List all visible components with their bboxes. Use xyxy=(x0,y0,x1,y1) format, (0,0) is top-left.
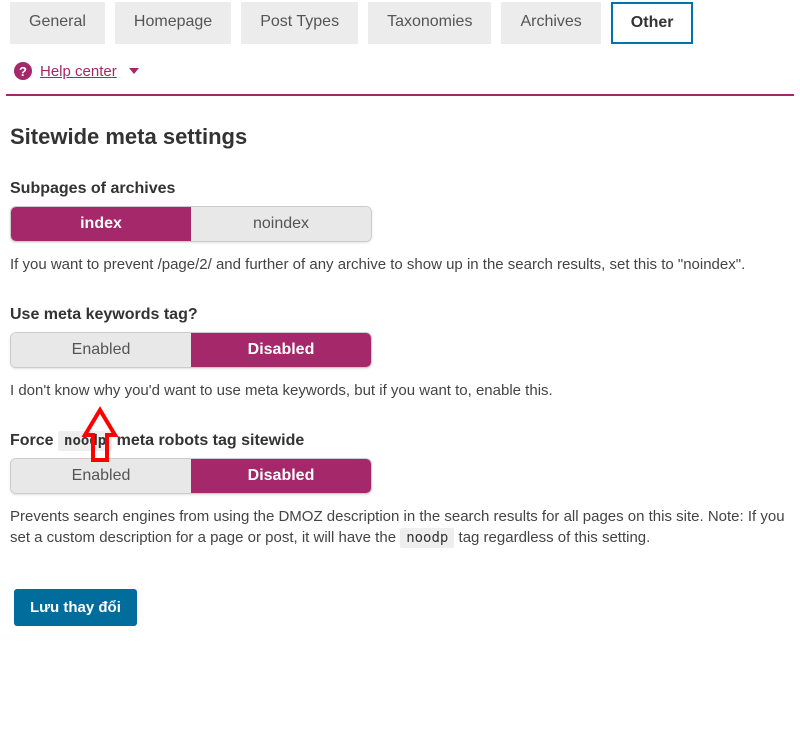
tab-homepage[interactable]: Homepage xyxy=(115,2,231,44)
keywords-label: Use meta keywords tag? xyxy=(10,306,794,324)
subpages-noindex[interactable]: noindex xyxy=(191,207,371,241)
noodp-desc-post: tag regardless of this setting. xyxy=(459,529,651,546)
noodp-chip: noodp xyxy=(58,431,112,451)
keywords-desc: I don't know why you'd want to use meta … xyxy=(10,380,790,402)
tab-general[interactable]: General xyxy=(10,2,105,44)
help-center-row[interactable]: ? Help center xyxy=(6,62,794,96)
noodp-desc: Prevents search engines from using the D… xyxy=(10,506,790,550)
noodp-label-pre: Force xyxy=(10,432,54,449)
subpages-desc: If you want to prevent /page/2/ and furt… xyxy=(10,254,790,276)
tabs: General Homepage Post Types Taxonomies A… xyxy=(6,2,794,44)
subpages-toggle: index noindex xyxy=(10,206,372,242)
tab-archives[interactable]: Archives xyxy=(501,2,600,44)
tab-post-types[interactable]: Post Types xyxy=(241,2,358,44)
page-title: Sitewide meta settings xyxy=(10,124,794,150)
keywords-toggle: Enabled Disabled xyxy=(10,332,372,368)
subpages-label: Subpages of archives xyxy=(10,180,794,198)
noodp-desc-pre: Prevents search engines from using the D… xyxy=(10,508,785,547)
noodp-disabled[interactable]: Disabled xyxy=(191,459,371,493)
tab-taxonomies[interactable]: Taxonomies xyxy=(368,2,491,44)
chevron-down-icon xyxy=(129,68,139,74)
noodp-desc-chip: noodp xyxy=(400,528,454,548)
noodp-enabled[interactable]: Enabled xyxy=(11,459,191,493)
keywords-disabled[interactable]: Disabled xyxy=(191,333,371,367)
noodp-toggle: Enabled Disabled xyxy=(10,458,372,494)
noodp-label-post: meta robots tag sitewide xyxy=(117,432,305,449)
subpages-index[interactable]: index xyxy=(11,207,191,241)
question-icon: ? xyxy=(14,62,32,80)
noodp-label: Force noodp meta robots tag sitewide xyxy=(10,432,794,450)
tab-other[interactable]: Other xyxy=(611,2,694,44)
save-button[interactable]: Lưu thay đổi xyxy=(14,589,137,626)
help-center-link[interactable]: Help center xyxy=(40,63,117,80)
keywords-enabled[interactable]: Enabled xyxy=(11,333,191,367)
